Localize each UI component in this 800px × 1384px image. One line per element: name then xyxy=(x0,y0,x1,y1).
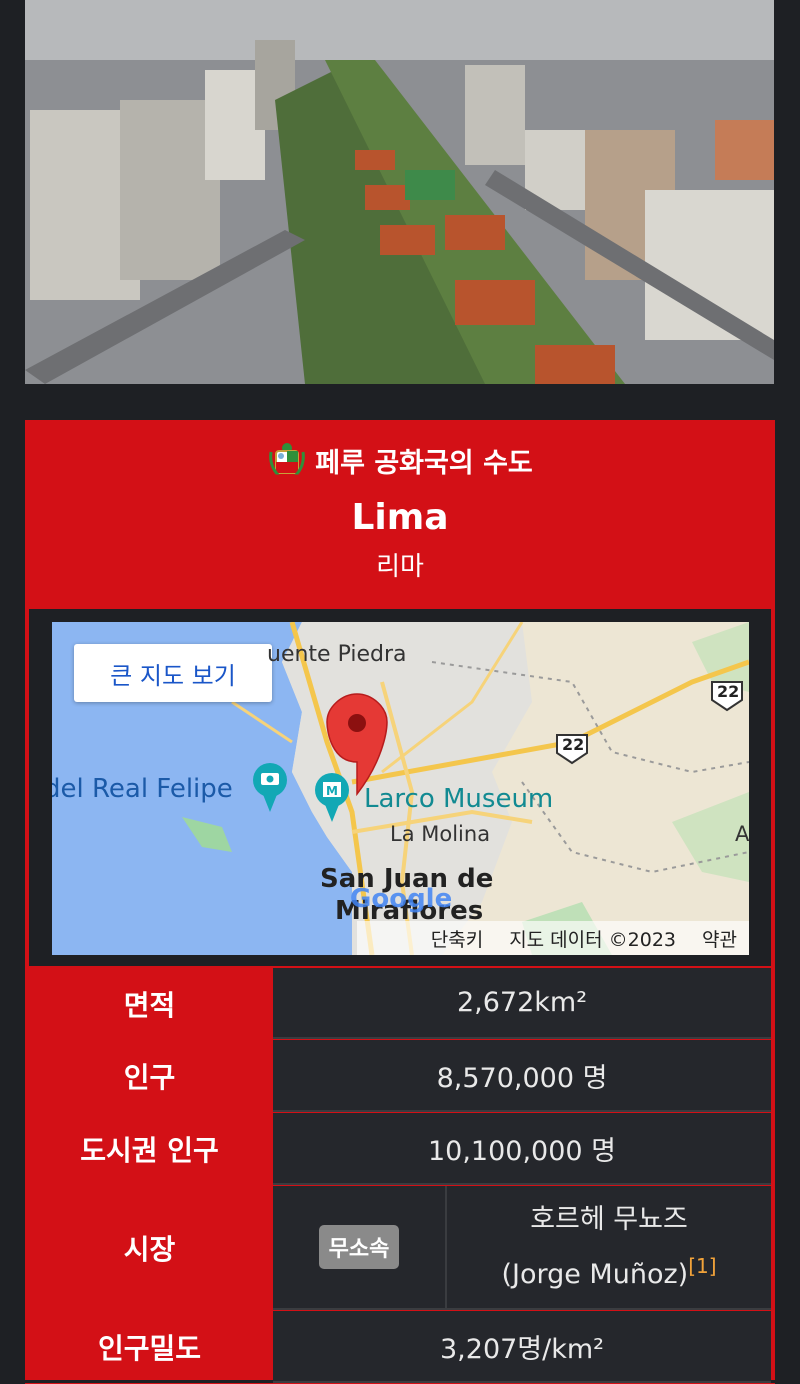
infobox-table: 면적 2,672km² 인구 8,570,000 명 도시권 인구 10,100… xyxy=(25,968,775,1384)
city-infobox: 페루 공화국의 수도 Lima 리마 M 큰 지도 보기 uente Piedr… xyxy=(25,420,775,1384)
route-22-shield-1: 22 xyxy=(717,682,740,701)
mayor-name-ko[interactable]: 호르헤 무뇨즈 xyxy=(447,1197,771,1243)
city-name-ko: 리마 xyxy=(376,552,424,582)
population-value: 8,570,000 명 xyxy=(273,1040,771,1112)
population-label: 인구 xyxy=(123,1061,176,1094)
row-area: 면적 2,672km² xyxy=(25,968,775,1040)
row-density: 인구밀도 3,207명/km² xyxy=(25,1311,775,1384)
metro-population-value: 10,100,000 명 xyxy=(273,1113,771,1185)
capital-title-text: 페루 공화국의 수도 xyxy=(315,447,533,479)
keyboard-shortcuts-link[interactable]: 단축키 xyxy=(431,925,483,952)
area-value: 2,672km² xyxy=(273,968,771,1039)
mayor-label: 시장 xyxy=(123,1233,176,1266)
hero-photo xyxy=(25,0,774,384)
city-name-en: Lima xyxy=(351,497,449,538)
embedded-map[interactable]: M 큰 지도 보기 uente Piedra del Real Felipe L… xyxy=(52,622,749,955)
infobox-header: 페루 공화국의 수도 Lima 리마 xyxy=(25,420,775,606)
map-footer: 단축키 지도 데이터 ©2023 약관 xyxy=(357,921,749,955)
svg-text:M: M xyxy=(326,784,338,798)
map-label-larco-museum[interactable]: Larco Museum xyxy=(364,784,553,814)
google-logo: Google xyxy=(350,884,453,914)
lima-aerial-photo-icon xyxy=(25,0,774,384)
reference-link[interactable]: [1] xyxy=(688,1254,716,1278)
mayor-name: 호르헤 무뇨즈 (Jorge Muñoz)[1] xyxy=(447,1186,771,1308)
mayor-name-en-line: (Jorge Muñoz)[1] xyxy=(447,1243,771,1298)
area-label: 면적 xyxy=(123,988,176,1022)
terms-link[interactable]: 약관 xyxy=(702,925,737,952)
row-metro-population: 도시권 인구 10,100,000 명 xyxy=(25,1113,775,1186)
map-label-real-felipe: del Real Felipe xyxy=(52,774,233,804)
map-data-attribution: 지도 데이터 ©2023 xyxy=(509,928,677,951)
row-mayor: 시장 무소속 호르헤 무뇨즈 (Jorge Muñoz)[1] xyxy=(25,1186,775,1311)
map-frame: M 큰 지도 보기 uente Piedra del Real Felipe L… xyxy=(29,609,771,966)
density-label: 인구밀도 xyxy=(97,1332,202,1365)
row-population: 인구 8,570,000 명 xyxy=(25,1040,775,1113)
metro-population-label: 도시권 인구 xyxy=(80,1134,219,1167)
capital-title: 페루 공화국의 수도 xyxy=(25,420,775,480)
peru-coat-of-arms-icon xyxy=(269,443,306,478)
mayor-name-en: (Jorge Muñoz) xyxy=(501,1258,689,1290)
party-cell: 무소속 xyxy=(273,1186,447,1308)
route-22-shield-2: 22 xyxy=(562,735,585,754)
map-label-la-molina: La Molina xyxy=(390,822,491,846)
density-value: 3,207명/km² xyxy=(273,1311,771,1383)
map-label-puente-piedra: uente Piedra xyxy=(267,642,407,667)
mayor-value: 무소속 호르헤 무뇨즈 (Jorge Muñoz)[1] xyxy=(273,1186,771,1310)
party-badge[interactable]: 무소속 xyxy=(318,1225,400,1269)
map-label-a-edge: A xyxy=(735,822,749,846)
view-larger-map-button[interactable]: 큰 지도 보기 xyxy=(74,644,272,702)
